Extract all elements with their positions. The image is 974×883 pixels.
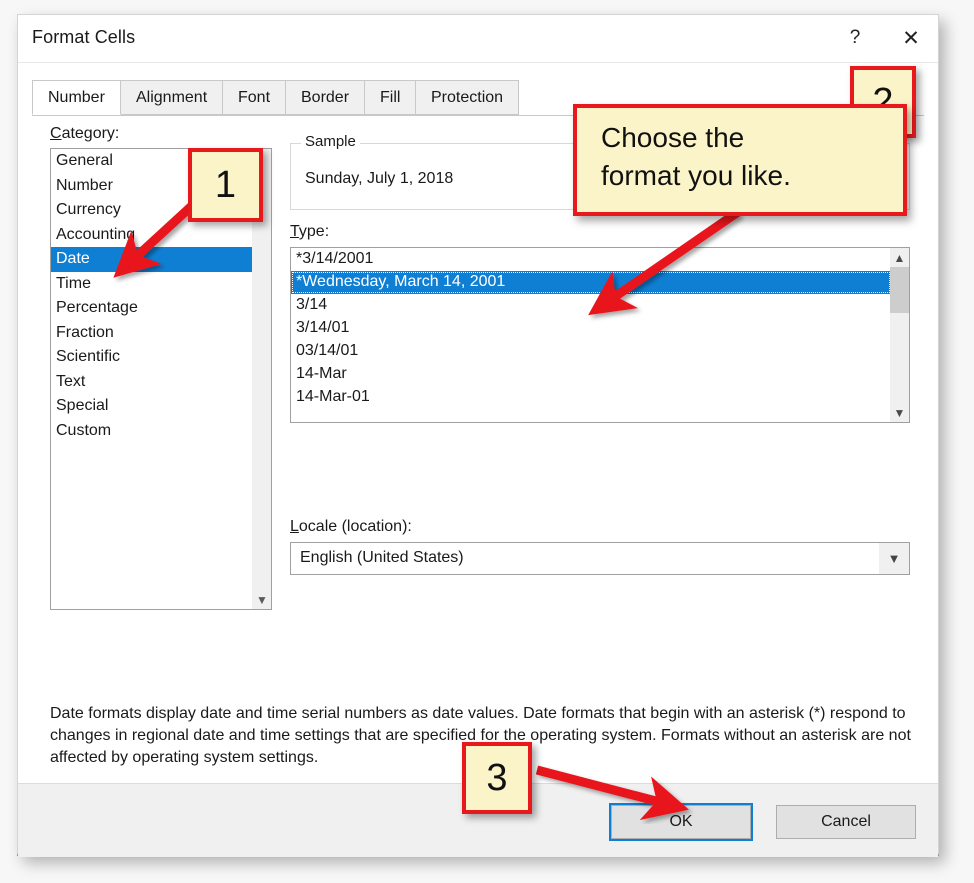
chevron-up-icon[interactable]: ▲ bbox=[890, 248, 909, 267]
tab-fill[interactable]: Fill bbox=[364, 80, 417, 115]
locale-label: Locale (location): bbox=[290, 518, 412, 536]
category-item-fraction[interactable]: Fraction bbox=[51, 321, 271, 346]
ok-button[interactable]: OK bbox=[609, 803, 753, 841]
tab-protection[interactable]: Protection bbox=[415, 80, 520, 115]
category-item-general[interactable]: General bbox=[51, 149, 271, 174]
category-item-scientific[interactable]: Scientific bbox=[51, 345, 271, 370]
locale-select[interactable]: English (United States) ▼ bbox=[290, 542, 910, 575]
category-item-time[interactable]: Time bbox=[51, 272, 271, 297]
category-item-currency[interactable]: Currency bbox=[51, 198, 271, 223]
tab-border[interactable]: Border bbox=[285, 80, 366, 115]
locale-label-accel: L bbox=[290, 518, 299, 535]
sample-value: Sunday, July 1, 2018 bbox=[305, 170, 454, 187]
type-scrollbar[interactable]: ▲ ▼ bbox=[890, 248, 909, 422]
category-label-accel: C bbox=[50, 125, 62, 142]
category-listbox[interactable]: General Number Currency Accounting Date Time P… bbox=[50, 148, 272, 610]
dialog-title: Format Cells bbox=[32, 27, 136, 47]
category-label-rest: ategory: bbox=[61, 125, 120, 142]
close-x-icon[interactable]: ✕ bbox=[888, 15, 934, 61]
type-items: *3/14/2001 *Wednesday, March 14, 2001 3/14… bbox=[291, 248, 909, 409]
type-item-2[interactable]: 3/14 bbox=[291, 294, 909, 317]
scrollbar-thumb[interactable] bbox=[890, 267, 909, 313]
chevron-down-icon[interactable]: ▼ bbox=[890, 403, 909, 422]
type-item-5[interactable]: 14-Mar bbox=[291, 363, 909, 386]
chevron-down-icon[interactable]: ▼ bbox=[253, 591, 271, 609]
type-item-6[interactable]: 14-Mar-01 bbox=[291, 386, 909, 409]
description-text: Date formats display date and time seria… bbox=[50, 705, 911, 766]
tab-strip: Number Alignment Font Border Fill Protection bbox=[32, 80, 924, 116]
title-bar: Format Cells ? ✕ bbox=[18, 15, 938, 63]
tab-font[interactable]: Font bbox=[222, 80, 287, 115]
category-item-accounting[interactable]: Accounting bbox=[51, 223, 271, 248]
category-items: General Number Currency Accounting Date Time P… bbox=[51, 149, 271, 443]
category-item-special[interactable]: Special bbox=[51, 394, 271, 419]
help-question-mark-icon[interactable]: ? bbox=[832, 15, 878, 61]
locale-selected-value: English (United States) bbox=[300, 549, 464, 566]
sample-legend: Sample bbox=[301, 133, 360, 150]
type-item-4[interactable]: 03/14/01 bbox=[291, 340, 909, 363]
dialog-body: Number Alignment Font Border Fill Protection … bbox=[18, 63, 938, 857]
category-item-text[interactable]: Text bbox=[51, 370, 271, 395]
category-item-percentage[interactable]: Percentage bbox=[51, 296, 271, 321]
type-label: Type: bbox=[290, 223, 329, 241]
tab-number[interactable]: Number bbox=[32, 80, 121, 115]
type-label-accel: T bbox=[290, 223, 299, 240]
category-item-number[interactable]: Number bbox=[51, 174, 271, 199]
chevron-down-icon[interactable]: ▼ bbox=[879, 543, 909, 574]
tab-alignment[interactable]: Alignment bbox=[120, 80, 224, 115]
type-item-1[interactable]: *Wednesday, March 14, 2001 bbox=[291, 271, 891, 294]
type-item-3[interactable]: 3/14/01 bbox=[291, 317, 909, 340]
sample-groupbox: Sample Sunday, July 1, 2018 bbox=[290, 133, 910, 210]
type-label-rest: ype: bbox=[298, 223, 330, 240]
category-item-date[interactable]: Date bbox=[51, 247, 271, 272]
format-cells-dialog: Format Cells ? ✕ Number Alignment Font Bord… bbox=[17, 14, 939, 857]
type-item-0[interactable]: *3/14/2001 bbox=[291, 248, 909, 271]
category-item-custom[interactable]: Custom bbox=[51, 419, 271, 444]
locale-label-rest: ocale (location): bbox=[298, 518, 412, 535]
category-scrollbar[interactable]: ▼ bbox=[252, 149, 271, 609]
type-listbox[interactable]: *3/14/2001 *Wednesday, March 14, 2001 3/14… bbox=[290, 247, 910, 423]
cancel-button[interactable]: Cancel bbox=[776, 805, 916, 839]
dialog-footer: OK Cancel bbox=[18, 783, 938, 857]
category-label: Category: bbox=[50, 125, 119, 143]
